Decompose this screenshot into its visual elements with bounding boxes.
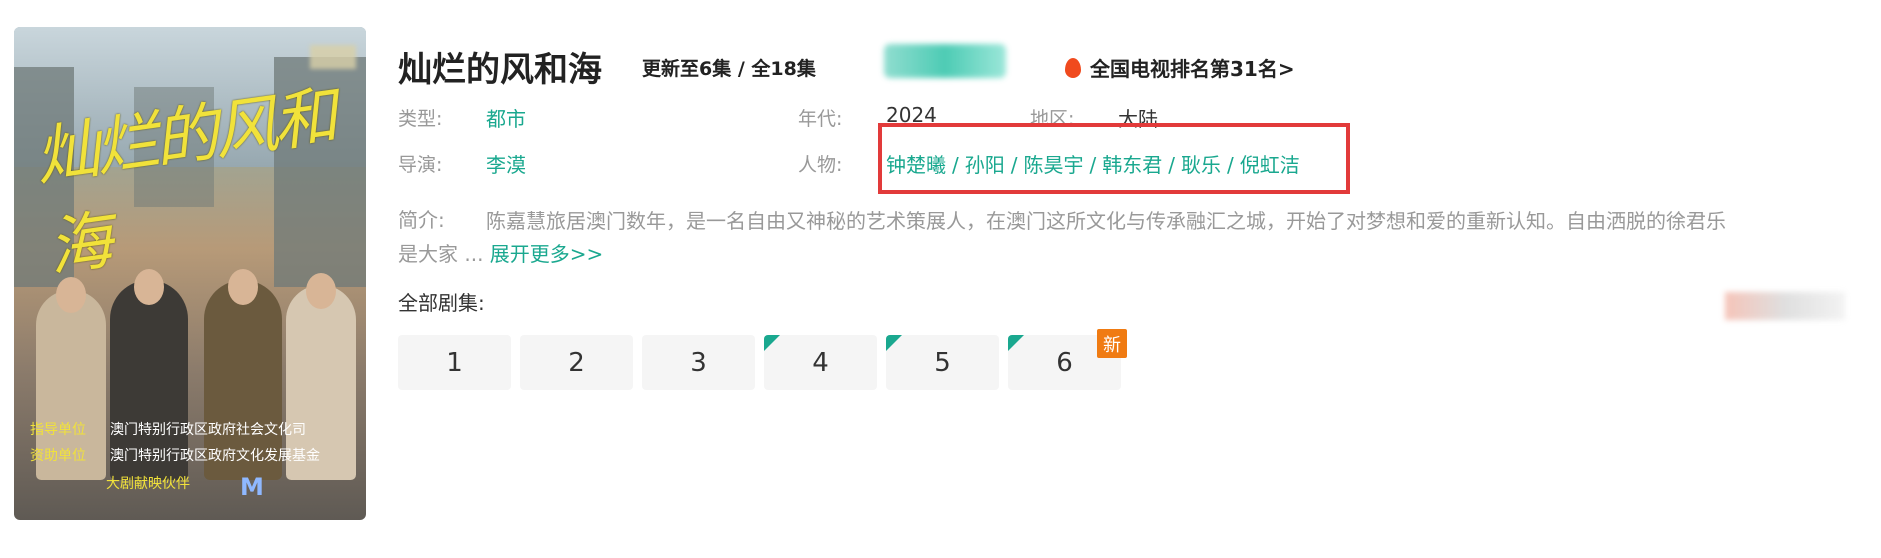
intro-text-tail: 是大家 ... [398,242,484,266]
episode-button-4[interactable]: 4 [764,335,877,390]
people-label: 人物: [798,154,843,176]
poster-credit-key: 指导单位 [30,422,86,438]
poster-person-head [134,269,164,305]
intro-text-line2: 是大家 ... 展开更多>> [398,238,603,267]
genre-link[interactable]: 都市 [486,103,526,132]
episode-number: 3 [690,347,707,378]
episode-button-5[interactable]: 5 [886,335,999,390]
corner-mark-icon [764,335,780,351]
episode-number: 2 [568,347,585,378]
episode-button-1[interactable]: 1 [398,335,511,390]
poster-logo: M [240,473,264,501]
blurred-control [1725,292,1845,320]
all-episodes-label: 全部剧集: [398,291,485,315]
poster-credit-value: 澳门特别行政区政府社会文化司 [110,422,306,438]
episode-number: 6 [1056,347,1073,378]
episode-number: 4 [812,347,829,378]
fire-icon [1065,57,1081,78]
poster-person-head [228,269,258,305]
intro-label: 简介: [398,208,445,232]
update-status: 更新至6集 / 全18集 [642,58,816,80]
show-title: 灿烂的风和海 [398,50,602,90]
director-label: 导演: [398,154,443,176]
poster-credit-line: 指导单位 澳门特别行政区政府社会文化司 [30,419,306,439]
expand-more-link[interactable]: 展开更多>> [490,242,604,266]
episode-number: 1 [446,347,463,378]
rank-text: 全国电视排名第31名> [1090,57,1295,81]
poster-person-head [56,277,86,313]
poster-person-head [306,273,336,309]
poster-credit-line: 大剧献映伙伴 [106,476,190,492]
highlight-box [878,123,1350,194]
blurred-badge [884,44,1006,78]
poster-credit-value: 澳门特别行政区政府文化发展基金 [110,448,320,464]
year-label: 年代: [798,108,843,130]
poster-credit-line: 资助单位 澳门特别行政区政府文化发展基金 [30,445,320,465]
genre-label: 类型: [398,108,443,130]
corner-mark-icon [886,335,902,351]
episode-button-2[interactable]: 2 [520,335,633,390]
poster-credit-key: 资助单位 [30,448,86,464]
new-badge: 新 [1097,329,1127,358]
episode-button-3[interactable]: 3 [642,335,755,390]
rank-link[interactable]: 全国电视排名第31名> [1065,53,1295,82]
corner-mark-icon [1008,335,1024,351]
intro-text: 陈嘉慧旅居澳门数年，是一名自由又神秘的艺术策展人，在澳门这所文化与传承融汇之城，… [486,209,1726,233]
director-link[interactable]: 李漠 [486,149,526,178]
poster-image[interactable]: 灿烂的风和海 指导单位 澳门特别行政区政府社会文化司 资助单位 澳门特别行政区政府文… [14,27,366,520]
episode-number: 5 [934,347,951,378]
